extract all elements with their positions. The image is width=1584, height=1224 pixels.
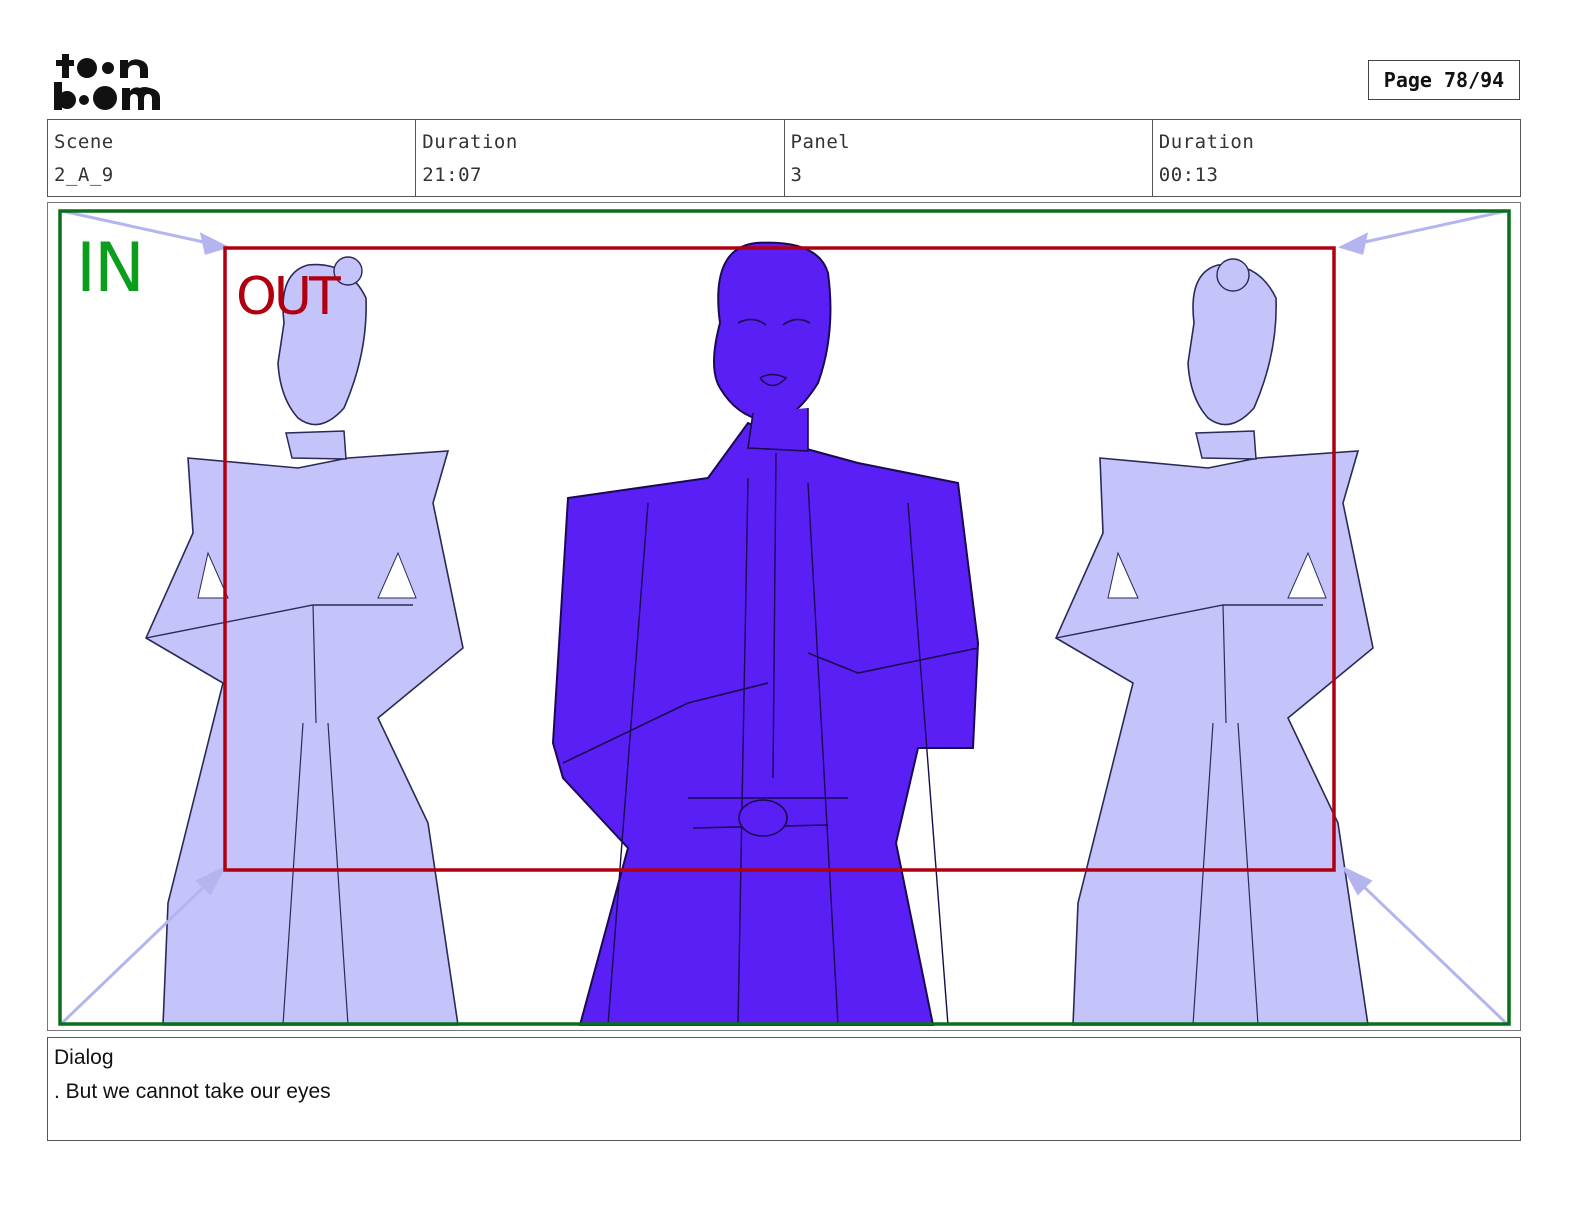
scene-label: Scene [54,131,114,153]
scene-info-table: Scene 2_A_9 Duration 21:07 Panel 3 Durat… [47,119,1521,197]
panel-duration-value: 00:13 [1158,164,1219,186]
dialog-box: Dialog . But we cannot take our eyes [47,1037,1521,1141]
scene-value: 2_A_9 [54,164,114,186]
dialog-text: . But we cannot take our eyes [54,1080,331,1103]
right-figure [1054,258,1374,1026]
page-number: Page 78/94 [1368,60,1520,100]
scene-duration-value: 21:07 [422,164,482,186]
scene-duration-cell: Duration 21:07 [415,120,783,196]
storyboard-panel: IN OUT [47,202,1521,1031]
panel-label: Panel [790,131,851,153]
toonboom-logo [52,50,164,112]
panel-value: 3 [790,164,803,186]
panel-cell: Panel 3 [783,120,1152,196]
scene-duration-label: Duration [422,131,518,153]
dialog-label: Dialog [54,1046,114,1069]
panel-duration-label: Duration [1158,131,1255,153]
out-frame-label: OUT [236,267,341,327]
left-figure [144,256,464,1026]
scene-cell: Scene 2_A_9 [48,120,415,196]
panel-drawing [58,209,1511,1026]
panel-duration-cell: Duration 00:13 [1151,120,1520,196]
center-figure [551,241,980,1026]
in-frame-label: IN [76,229,145,308]
